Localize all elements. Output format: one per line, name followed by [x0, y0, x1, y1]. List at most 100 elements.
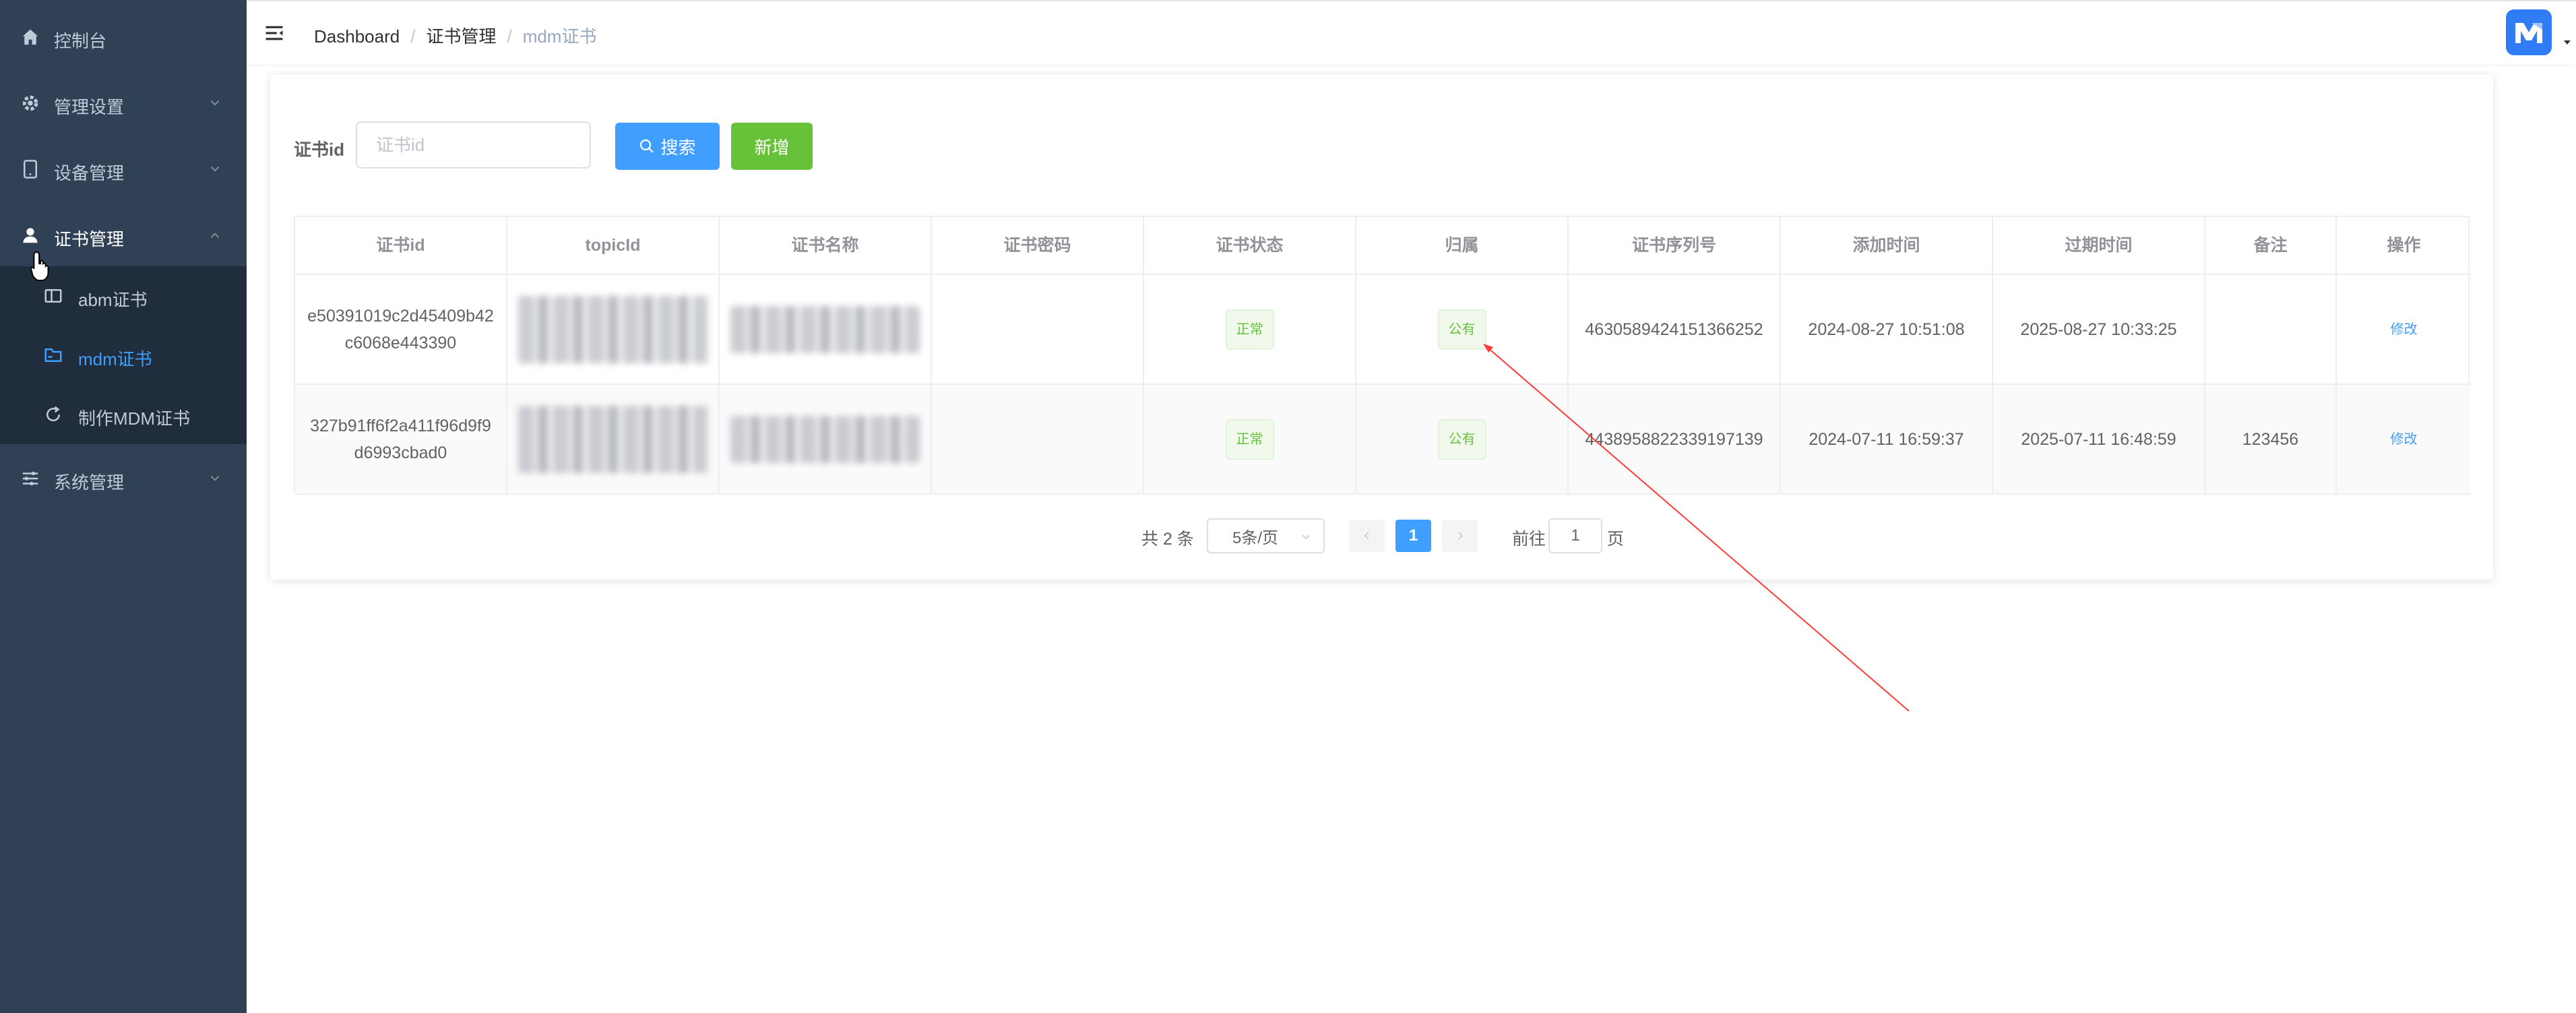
- page-suffix-label: 页: [1607, 530, 1625, 549]
- redacted-text: [730, 305, 920, 353]
- sidebar-item-label: abm证书: [78, 290, 148, 310]
- column-header: 证书状态: [1144, 217, 1356, 274]
- avatar[interactable]: [2506, 9, 2552, 55]
- cell-ownership: 公有: [1356, 385, 1569, 493]
- page-number-button[interactable]: 1: [1395, 520, 1431, 552]
- table-row: e50391019c2d45409b42c6068e443390 正常 公有 4…: [295, 275, 2471, 385]
- ownership-badge: 公有: [1437, 419, 1486, 460]
- cell-status: 正常: [1144, 275, 1356, 383]
- column-header: 证书序列号: [1569, 217, 1781, 274]
- chevron-right-icon: [1457, 532, 1463, 540]
- search-label: 证书id: [294, 140, 345, 160]
- sidebar-item-label: mdm证书: [78, 349, 152, 369]
- top-navbar: Dashboard / 证书管理 / mdm证书: [247, 0, 2576, 65]
- column-header: 证书id: [295, 217, 507, 274]
- sidebar-item-dashboard[interactable]: 控制台: [0, 4, 247, 70]
- sidebar-item-label: 控制台: [54, 31, 107, 51]
- sidebar-item-settings[interactable]: 管理设置: [0, 70, 247, 136]
- ownership-badge: 公有: [1437, 309, 1486, 350]
- cell-cert-name: [720, 275, 932, 383]
- cell-topic-id: [507, 275, 720, 383]
- sidebar-item-devices[interactable]: 设备管理: [0, 136, 247, 202]
- goto-label: 前往: [1512, 530, 1546, 549]
- cell-cert-name: [720, 385, 932, 493]
- cell-remark: [2205, 275, 2337, 383]
- cell-expire-time: 2025-07-11 16:48:59: [1993, 385, 2205, 493]
- sliders-icon: [22, 472, 38, 485]
- hamburger-icon[interactable]: [264, 23, 284, 43]
- next-page-button[interactable]: [1442, 520, 1478, 552]
- page-size-select[interactable]: 5条/页: [1207, 518, 1325, 553]
- search-button[interactable]: 搜索: [615, 123, 720, 170]
- tablet-icon: [24, 160, 37, 179]
- column-header: 归属: [1356, 217, 1569, 274]
- column-header: 过期时间: [1993, 217, 2205, 274]
- breadcrumb-current: mdm证书: [522, 26, 597, 47]
- column-header: 备注: [2205, 217, 2337, 274]
- search-icon: [640, 139, 654, 153]
- sidebar-item-label: 系统管理: [54, 472, 125, 493]
- cell-serial: 4630589424151366252: [1569, 275, 1781, 383]
- chevron-down-icon: [1302, 534, 1310, 540]
- cell-added-time: 2024-07-11 16:59:37: [1781, 385, 1993, 493]
- breadcrumb: Dashboard / 证书管理 / mdm证书: [314, 23, 596, 48]
- table-header: 证书id topicId 证书名称 证书密码 证书状态 归属 证书序列号 添加时…: [295, 217, 2471, 275]
- sidebar: 控制台 管理设置 设备管理 证书管理 abm证书 mdm证书 制作MDM证书 系…: [0, 0, 247, 1013]
- breadcrumb-cert-management[interactable]: 证书管理: [426, 26, 496, 47]
- user-icon: [23, 228, 38, 243]
- cell-status: 正常: [1144, 385, 1356, 493]
- prev-page-button[interactable]: [1349, 520, 1385, 552]
- sidebar-item-label: 制作MDM证书: [78, 408, 191, 429]
- page-size-value: 5条/页: [1232, 528, 1279, 547]
- redacted-text: [518, 295, 708, 363]
- sidebar-item-make-mdm-cert[interactable]: 制作MDM证书: [0, 385, 247, 444]
- sidebar-item-mdm-cert[interactable]: mdm证书: [0, 326, 247, 385]
- cert-id-search-input[interactable]: [356, 121, 591, 168]
- edit-link[interactable]: 修改: [2391, 429, 2418, 450]
- pagination-total: 共 2 条: [1141, 530, 1194, 549]
- cert-table: 证书id topicId 证书名称 证书密码 证书状态 归属 证书序列号 添加时…: [294, 216, 2471, 495]
- cell-remark: 123456: [2205, 385, 2337, 493]
- cell-cert-id: 327b91ff6f2a411f96d9f9d6993cbad0: [295, 385, 507, 493]
- sidebar-item-label: 证书管理: [54, 229, 125, 249]
- cell-cert-password: [932, 275, 1144, 383]
- redacted-text: [730, 415, 920, 463]
- breadcrumb-separator: /: [507, 26, 512, 47]
- column-header: 操作: [2387, 236, 2421, 255]
- status-badge: 正常: [1225, 309, 1274, 350]
- status-badge: 正常: [1225, 419, 1274, 460]
- chevron-down-icon: [210, 100, 220, 106]
- chevron-down-icon: [210, 476, 220, 481]
- home-icon: [22, 29, 38, 45]
- cell-action: 修改: [2337, 385, 2471, 493]
- breadcrumb-dashboard[interactable]: Dashboard: [314, 26, 400, 47]
- cell-expire-time: 2025-08-27 10:33:25: [1993, 275, 2205, 383]
- column-header: topicId: [507, 217, 720, 274]
- cell-topic-id: [507, 385, 720, 493]
- search-button-label: 搜索: [660, 137, 696, 158]
- logo-icon: [2515, 23, 2542, 43]
- folder-icon: [44, 348, 62, 362]
- column-header: 证书名称: [720, 217, 932, 274]
- cell-added-time: 2024-08-27 10:51:08: [1781, 275, 1993, 383]
- redacted-text: [518, 405, 708, 473]
- column-header: 添加时间: [1781, 217, 1993, 274]
- add-button[interactable]: 新增: [731, 123, 813, 170]
- cell-cert-password: [932, 385, 1144, 493]
- cell-cert-id: e50391019c2d45409b42c6068e443390: [295, 275, 507, 383]
- chevron-left-icon: [1364, 532, 1369, 540]
- refresh-icon: [46, 406, 61, 422]
- sidebar-item-label: 管理设置: [54, 97, 125, 117]
- cell-serial: 4438958822339197139: [1569, 385, 1781, 493]
- cell-action: 修改: [2337, 275, 2471, 383]
- gear-icon: [22, 95, 38, 111]
- chevron-up-icon: [210, 233, 220, 238]
- column-header: 证书密码: [932, 217, 1144, 274]
- goto-page-input[interactable]: [1548, 518, 1602, 553]
- caret-down-icon[interactable]: [2563, 39, 2571, 46]
- sidebar-item-system[interactable]: 系统管理: [0, 446, 247, 512]
- certificates-submenu: abm证书 mdm证书 制作MDM证书: [0, 266, 247, 444]
- breadcrumb-separator: /: [410, 26, 416, 47]
- edit-link[interactable]: 修改: [2391, 319, 2418, 340]
- chevron-down-icon: [210, 166, 220, 172]
